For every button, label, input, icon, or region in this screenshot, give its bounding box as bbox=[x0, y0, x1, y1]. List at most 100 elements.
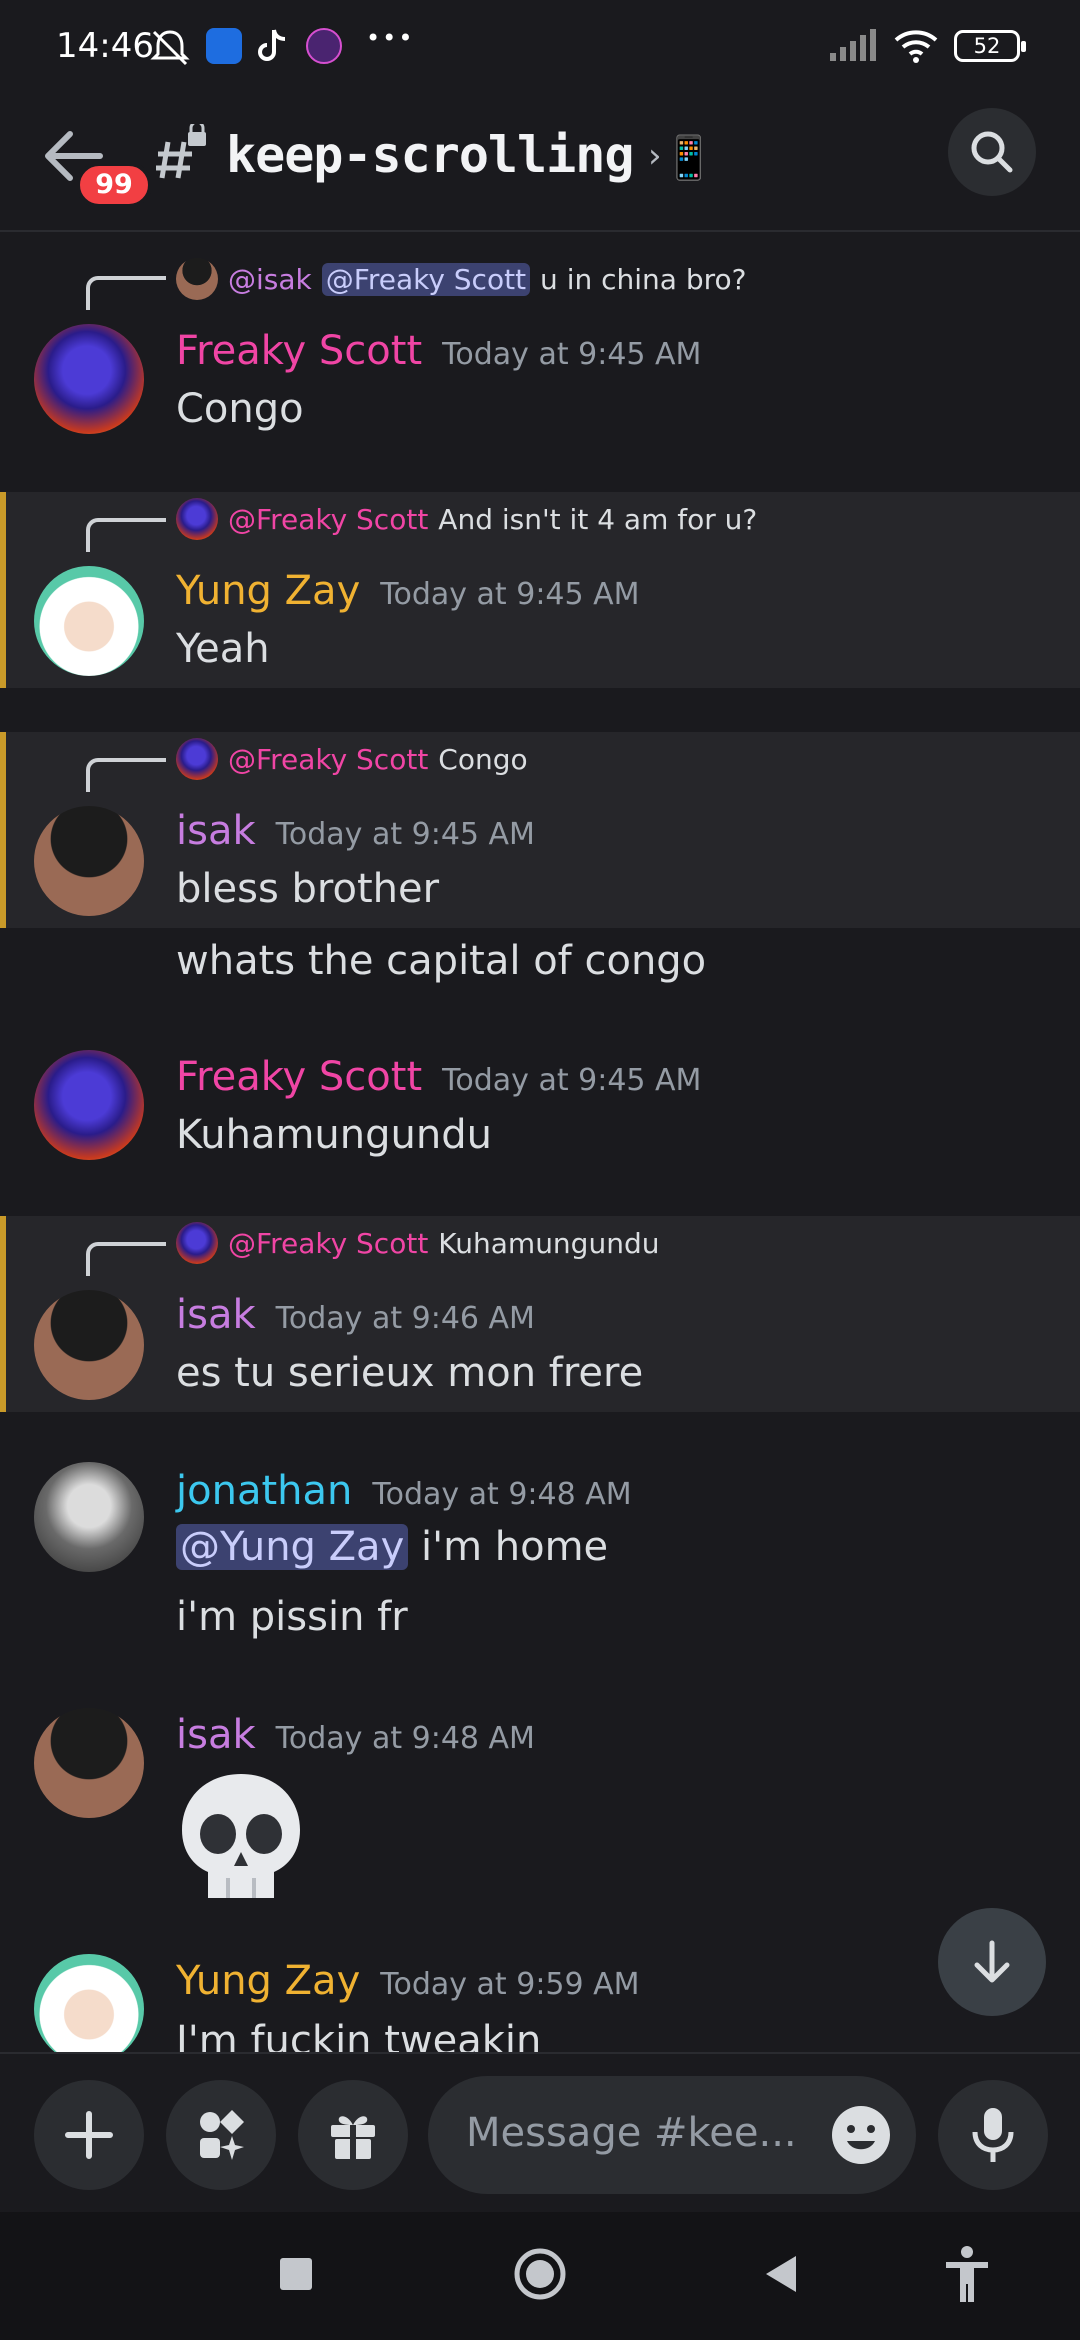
gift-button[interactable] bbox=[298, 2080, 408, 2190]
username[interactable]: Yung Zay bbox=[176, 1958, 360, 2004]
battery-icon: 52 bbox=[954, 30, 1026, 62]
username[interactable]: isak bbox=[176, 808, 256, 854]
reply-connector bbox=[86, 1242, 166, 1276]
status-time: 14:46 bbox=[56, 26, 154, 66]
reply-connector bbox=[86, 518, 166, 552]
message-header: Yung Zay Today at 9:59 AM bbox=[176, 1958, 640, 2004]
tiktok-icon bbox=[258, 29, 286, 61]
reply-author: @Freaky Scott bbox=[228, 502, 429, 536]
reply-text: u in china bro? bbox=[540, 262, 747, 296]
highlighted-message[interactable]: @Freaky Scott And isn't it 4 am for u? Y… bbox=[0, 492, 1080, 688]
timestamp: Today at 9:45 AM bbox=[442, 1063, 702, 1098]
timestamp: Today at 9:59 AM bbox=[380, 1967, 640, 2002]
app-icon bbox=[306, 28, 342, 64]
system-navigation-bar bbox=[0, 2212, 1080, 2340]
chevron-right-icon[interactable]: › bbox=[648, 136, 662, 176]
avatar[interactable] bbox=[34, 566, 144, 676]
message-header: isak Today at 9:48 AM bbox=[176, 1712, 535, 1758]
attach-button[interactable] bbox=[34, 2080, 144, 2190]
channel-header: 99 keep-scrolling 📱 › bbox=[0, 96, 1080, 232]
timestamp: Today at 9:45 AM bbox=[380, 577, 640, 612]
mute-bell-icon bbox=[150, 30, 190, 66]
avatar bbox=[176, 1222, 218, 1264]
username[interactable]: Freaky Scott bbox=[176, 328, 422, 374]
reply-preview[interactable]: @Freaky Scott And isn't it 4 am for u? bbox=[176, 498, 757, 540]
avatar[interactable] bbox=[34, 1050, 144, 1160]
reply-connector bbox=[86, 276, 166, 310]
message-text: Congo bbox=[176, 386, 304, 432]
reply-preview[interactable]: @Freaky Scott Kuhamungundu bbox=[176, 1222, 659, 1264]
gift-icon bbox=[331, 2116, 375, 2159]
username[interactable]: isak bbox=[176, 1712, 256, 1758]
channel-emoji: 📱 bbox=[662, 133, 715, 182]
message-text: whats the capital of congo bbox=[176, 938, 707, 984]
timestamp: Today at 9:45 AM bbox=[275, 817, 535, 852]
home-icon[interactable] bbox=[512, 2246, 568, 2306]
search-button[interactable] bbox=[948, 108, 1036, 196]
timestamp: Today at 9:48 AM bbox=[372, 1477, 632, 1512]
username[interactable]: Freaky Scott bbox=[176, 1054, 422, 1100]
reply-preview[interactable]: @Freaky Scott Congo bbox=[176, 738, 528, 780]
username[interactable]: jonathan bbox=[176, 1468, 352, 1514]
accessibility-icon[interactable] bbox=[942, 2246, 992, 2306]
message-header: Freaky Scott Today at 9:45 AM bbox=[176, 328, 701, 374]
back-icon[interactable] bbox=[760, 2246, 804, 2306]
skull-emoji-icon bbox=[182, 1774, 300, 1898]
message-text: Yeah bbox=[176, 626, 270, 672]
arrow-down-icon bbox=[974, 1940, 1010, 1983]
unread-badge: 99 bbox=[76, 162, 152, 208]
message-text: @Yung Zay i'm home bbox=[176, 1524, 608, 1570]
username[interactable]: isak bbox=[176, 1292, 256, 1338]
mention[interactable]: @Yung Zay bbox=[176, 1524, 409, 1570]
avatar[interactable] bbox=[34, 806, 144, 916]
reply-connector bbox=[86, 758, 166, 792]
message-header: isak Today at 9:46 AM bbox=[176, 1292, 535, 1338]
avatar bbox=[176, 258, 218, 300]
message-header: Yung Zay Today at 9:45 AM bbox=[176, 568, 640, 614]
avatar[interactable] bbox=[34, 1462, 144, 1572]
recent-apps-icon[interactable] bbox=[278, 2246, 314, 2306]
message-text: Kuhamungundu bbox=[176, 1112, 492, 1158]
message-text-part: i'm home bbox=[420, 1524, 609, 1570]
more-dots-icon: ••• bbox=[366, 24, 415, 52]
avatar[interactable] bbox=[34, 1708, 144, 1818]
hashtag-lock-icon bbox=[156, 124, 206, 179]
reply-author: @isak bbox=[228, 262, 312, 296]
highlighted-message[interactable]: @Freaky Scott Kuhamungundu isak Today at … bbox=[0, 1216, 1080, 1412]
microphone-icon bbox=[972, 2108, 1014, 2162]
search-icon bbox=[971, 131, 1013, 173]
message-text: I'm fuckin tweakin bbox=[176, 2018, 542, 2052]
avatar[interactable] bbox=[34, 1290, 144, 1400]
reply-author: @Freaky Scott bbox=[228, 1226, 429, 1260]
reply-text: Congo bbox=[438, 742, 528, 776]
emoji-icon[interactable] bbox=[830, 2104, 892, 2166]
channel-name-text: keep-scrolling bbox=[226, 126, 634, 184]
avatar bbox=[176, 738, 218, 780]
timestamp: Today at 9:48 AM bbox=[275, 1721, 535, 1756]
message-text: es tu serieux mon frere bbox=[176, 1350, 644, 1396]
reply-text: Kuhamungundu bbox=[438, 1226, 660, 1260]
message-text: bless brother bbox=[176, 866, 440, 912]
highlighted-message[interactable]: @Freaky Scott Congo isak Today at 9:45 AM… bbox=[0, 732, 1080, 928]
apps-icon bbox=[200, 2110, 244, 2160]
username[interactable]: Yung Zay bbox=[176, 568, 360, 614]
avatar[interactable] bbox=[34, 324, 144, 434]
mention[interactable]: @Freaky Scott bbox=[321, 262, 531, 296]
avatar bbox=[176, 498, 218, 540]
message-input-placeholder: Message #kee... bbox=[466, 2110, 797, 2156]
message-header: isak Today at 9:45 AM bbox=[176, 808, 535, 854]
reply-author: @Freaky Scott bbox=[228, 742, 429, 776]
message-composer: Message #kee... bbox=[0, 2052, 1080, 2212]
message-text: i'm pissin fr bbox=[176, 1594, 408, 1640]
timestamp: Today at 9:45 AM bbox=[442, 337, 702, 372]
wifi-icon bbox=[894, 30, 938, 63]
message-list[interactable]: @isak @Freaky Scott u in china bro? Frea… bbox=[0, 232, 1080, 2052]
reply-preview[interactable]: @isak @Freaky Scott u in china bro? bbox=[176, 258, 747, 300]
voice-message-button[interactable] bbox=[938, 2080, 1048, 2190]
channel-name[interactable]: keep-scrolling 📱 bbox=[226, 126, 715, 184]
avatar[interactable] bbox=[34, 1954, 144, 2052]
message-input[interactable]: Message #kee... bbox=[428, 2076, 916, 2194]
status-bar: 14:46 ••• 52 bbox=[0, 0, 1080, 96]
apps-button[interactable] bbox=[166, 2080, 276, 2190]
jump-to-bottom-button[interactable] bbox=[938, 1908, 1046, 2016]
